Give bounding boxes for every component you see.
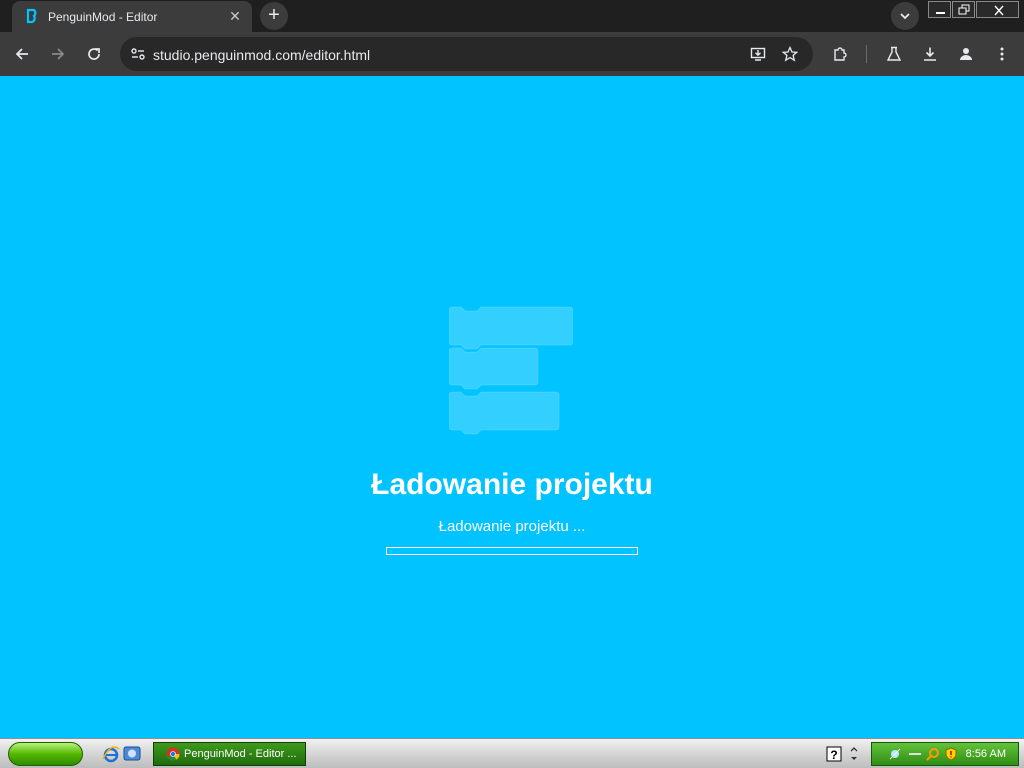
penguinmod-favicon-icon	[26, 8, 37, 24]
minimize-button[interactable]	[928, 1, 951, 18]
bookmark-button[interactable]	[776, 40, 804, 68]
taskbar-item-penguinmod[interactable]: PenguinMod - Editor ...	[153, 742, 306, 766]
extensions-button[interactable]	[826, 40, 854, 68]
minimize-icon	[936, 12, 945, 14]
loading-progress-bar	[386, 547, 638, 555]
toolbar-divider	[866, 45, 867, 63]
address-bar[interactable]: studio.penguinmod.com/editor.html	[120, 37, 813, 71]
tab-strip: PenguinMod - Editor ✕ +	[0, 0, 1024, 32]
editor-loading-screen: Ładowanie projektu Ładowanie projektu ..…	[0, 76, 1024, 738]
forward-button[interactable]	[44, 40, 72, 68]
tray-expand-icon[interactable]	[848, 744, 860, 764]
puzzle-icon	[834, 47, 847, 61]
connection-icon[interactable]	[908, 747, 922, 761]
new-tab-button[interactable]: +	[260, 2, 288, 30]
reload-button[interactable]	[80, 40, 108, 68]
menu-button[interactable]	[988, 40, 1016, 68]
internet-explorer-icon[interactable]	[101, 744, 121, 764]
network-icon[interactable]	[888, 747, 902, 761]
taskbar: PenguinMod - Editor ... ? 8:56 AM	[0, 738, 1024, 768]
browser-toolbar: studio.penguinmod.com/editor.html	[0, 32, 1024, 76]
install-app-icon	[750, 47, 766, 61]
back-button[interactable]	[8, 40, 36, 68]
chevron-down-icon	[900, 13, 910, 20]
flask-icon	[886, 46, 902, 61]
tab-search-button[interactable]	[891, 2, 919, 30]
download-icon	[924, 47, 936, 61]
restore-button[interactable]	[951, 1, 975, 18]
profile-icon	[960, 48, 972, 60]
chrome-icon	[166, 747, 180, 761]
labs-button[interactable]	[880, 40, 908, 68]
downloads-button[interactable]	[916, 40, 944, 68]
clock: 8:56 AM	[965, 748, 1006, 760]
tab-close-icon[interactable]: ✕	[226, 7, 244, 25]
system-tray: 8:56 AM	[871, 742, 1019, 766]
site-info-icon[interactable]	[126, 42, 150, 66]
show-desktop-icon[interactable]	[122, 744, 142, 764]
close-icon	[993, 5, 1004, 16]
tab-penguinmod-editor[interactable]: PenguinMod - Editor ✕	[12, 1, 252, 32]
install-app-button[interactable]	[744, 40, 772, 68]
loading-message: Ładowanie projektu ...	[438, 518, 586, 535]
loading-heading: Ładowanie projektu	[371, 468, 653, 501]
window-controls	[928, 1, 1020, 19]
security-shield-icon[interactable]	[944, 747, 958, 761]
url-text[interactable]: studio.penguinmod.com/editor.html	[153, 47, 370, 63]
close-window-button[interactable]	[975, 1, 1019, 18]
search-icon[interactable]	[926, 747, 940, 761]
help-icon[interactable]: ?	[826, 746, 842, 762]
start-button[interactable]	[8, 742, 83, 766]
star-icon	[782, 46, 798, 62]
reload-icon	[88, 48, 100, 60]
taskbar-item-label: PenguinMod - Editor ...	[184, 748, 297, 760]
tab-title: PenguinMod - Editor	[48, 10, 158, 24]
svg-text:?: ?	[830, 748, 837, 762]
profile-button[interactable]	[952, 40, 980, 68]
arrow-left-icon	[15, 48, 28, 60]
restore-icon	[958, 4, 970, 15]
kebab-menu-icon	[1000, 47, 1004, 61]
code-blocks-icon	[449, 306, 573, 435]
arrow-right-icon	[52, 48, 65, 60]
